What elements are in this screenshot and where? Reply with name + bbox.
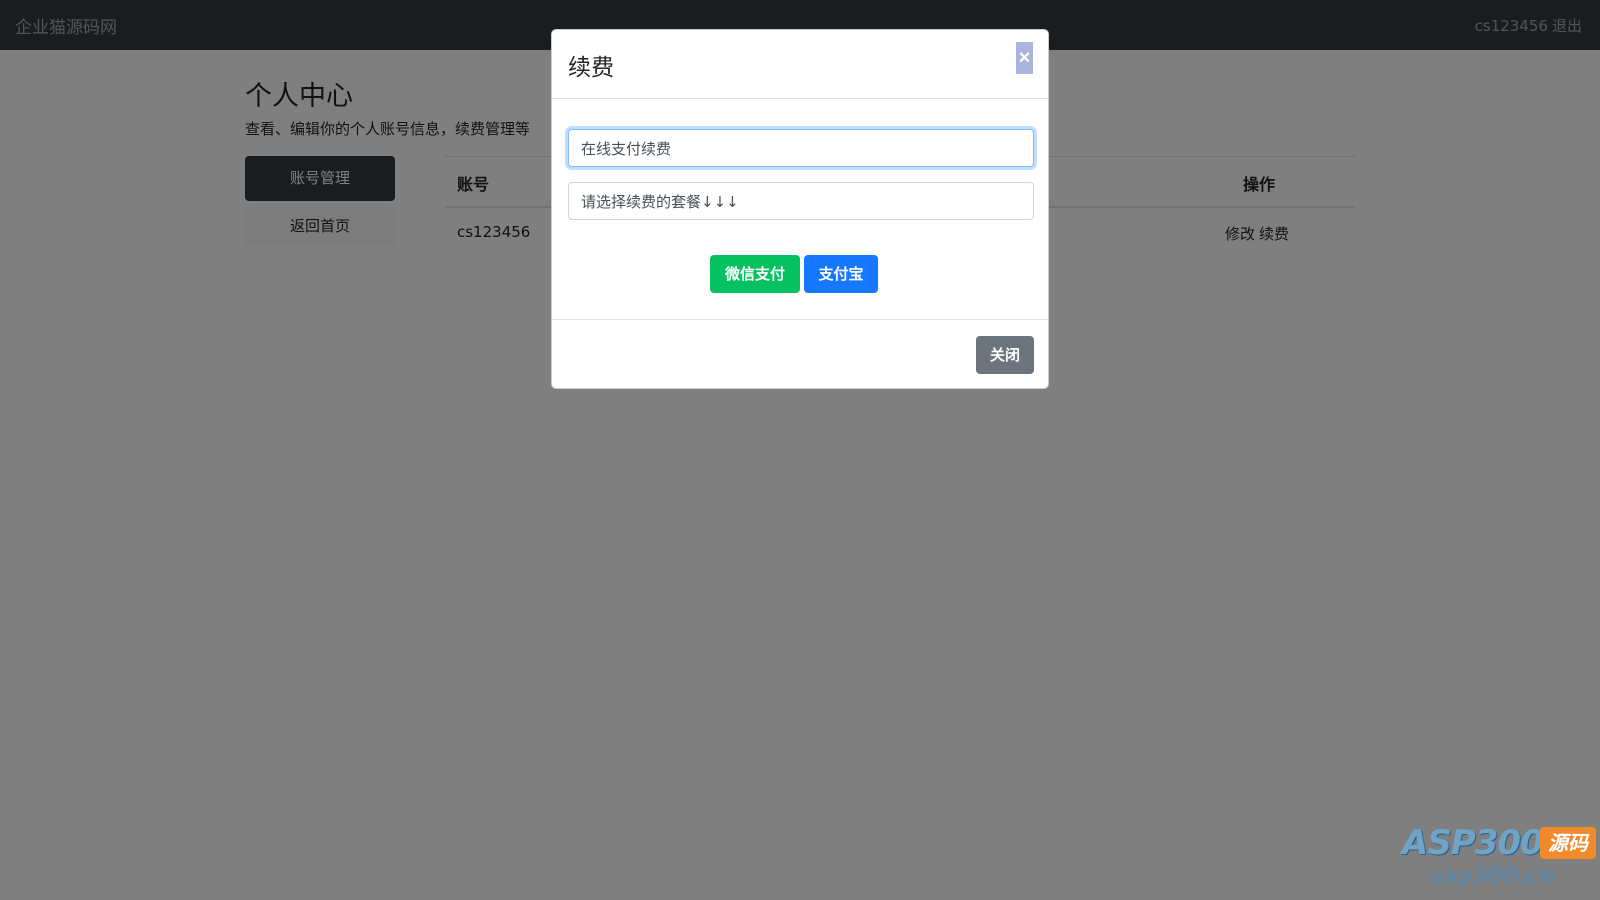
close-button[interactable]: 关闭 [976,336,1034,374]
watermark-domain: asp300.cn [1430,863,1555,889]
close-icon[interactable]: × [1016,42,1033,74]
modal-body: 微信支付支付宝 [552,99,1048,320]
modal-title: 续费 [568,55,614,81]
watermark-logo-text: ASP300 [1402,823,1544,863]
modal-header: 续费 × [552,30,1048,99]
watermark-badge: 源码 [1540,827,1596,859]
package-select-field[interactable] [568,182,1034,220]
watermark-logo: ASP300 源码 asp300.cn [1402,823,1598,895]
payment-buttons: 微信支付 支付宝 [710,255,878,293]
wechat-pay-button[interactable]: 微信支付 [710,255,800,293]
alipay-button[interactable]: 支付宝 [804,255,878,293]
modal-footer: 关闭 [552,320,1048,390]
payment-method-field[interactable] [568,129,1034,167]
renewal-modal: 续费 × 微信支付支付宝 关闭 [551,29,1049,389]
